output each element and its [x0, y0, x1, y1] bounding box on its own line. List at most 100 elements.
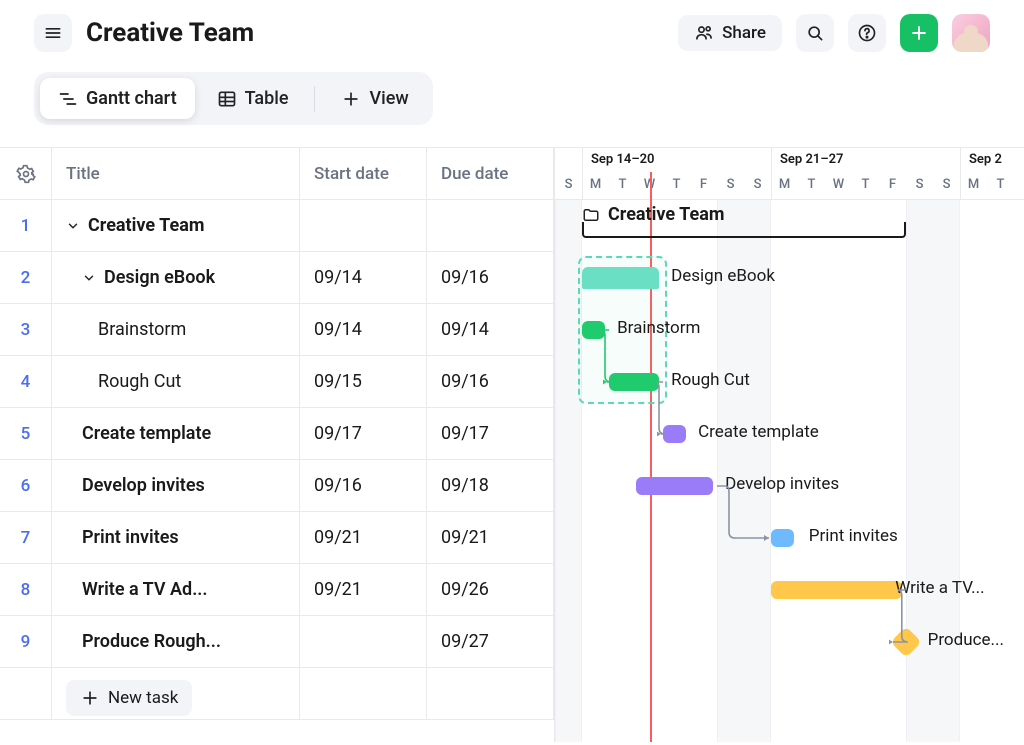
gantt-bar[interactable] — [636, 477, 713, 495]
due-cell[interactable]: 09/16 — [427, 252, 554, 303]
tab-table[interactable]: Table — [199, 78, 307, 119]
task-name: Print invites — [82, 527, 179, 548]
col-header-due[interactable]: Due date — [427, 148, 554, 199]
day-label: T — [798, 177, 825, 195]
table-row[interactable]: 8Write a TV Ad...09/2109/26 — [0, 564, 554, 616]
search-button[interactable] — [796, 14, 834, 52]
task-name-cell[interactable]: Write a TV Ad... — [52, 564, 300, 615]
group-label[interactable]: Creative Team — [582, 204, 724, 225]
table-row[interactable]: 4Rough Cut09/1509/16 — [0, 356, 554, 408]
col-header-start[interactable]: Start date — [300, 148, 427, 199]
menu-button[interactable] — [34, 14, 72, 52]
tab-gantt-label: Gantt chart — [86, 88, 177, 109]
start-cell[interactable] — [300, 616, 427, 667]
due-cell[interactable]: 09/27 — [427, 616, 554, 667]
table-row[interactable]: 7 Print invites 09/2109/21 — [0, 512, 554, 564]
task-name-cell[interactable]: Brainstorm — [52, 304, 300, 355]
due-cell[interactable]: 09/17 — [427, 408, 554, 459]
milestone[interactable] — [891, 626, 922, 657]
chart-row: Create template — [555, 408, 1024, 460]
day-label: S — [933, 177, 960, 195]
share-button[interactable]: Share — [678, 15, 782, 51]
table-row[interactable]: 6Develop invites09/1609/18 — [0, 460, 554, 512]
tab-gantt[interactable]: Gantt chart — [40, 78, 195, 119]
start-cell[interactable]: 09/17 — [300, 408, 427, 459]
task-name-cell[interactable]: Rough Cut — [52, 356, 300, 407]
settings-button[interactable] — [0, 148, 52, 199]
start-cell[interactable] — [300, 200, 427, 251]
gantt-chart[interactable]: Sep 14–20 Sep 21–27 Sep 2 SMTWTFSSMTWTFS… — [554, 148, 1024, 742]
task-name-cell[interactable]: Design eBook — [52, 252, 300, 303]
tab-add-view[interactable]: View — [323, 78, 426, 119]
day-label: W — [825, 177, 852, 195]
tab-table-label: Table — [245, 88, 289, 109]
start-cell[interactable]: 09/16 — [300, 460, 427, 511]
gantt-bar[interactable] — [771, 529, 794, 547]
table-header-row: Title Start date Due date — [0, 148, 554, 200]
task-name-cell[interactable]: Develop invites — [52, 460, 300, 511]
col-header-title[interactable]: Title — [52, 148, 300, 199]
gantt-bar[interactable] — [609, 373, 659, 391]
chevron-down-icon[interactable] — [82, 271, 96, 285]
due-cell[interactable] — [427, 200, 554, 251]
day-label: S — [906, 177, 933, 195]
gantt-bar[interactable] — [663, 425, 686, 443]
due-cell[interactable]: 09/14 — [427, 304, 554, 355]
table-row[interactable]: 5 Create template 09/1709/17 — [0, 408, 554, 460]
day-label: S — [717, 177, 744, 195]
due-cell[interactable]: 09/18 — [427, 460, 554, 511]
help-icon — [857, 23, 877, 43]
people-icon — [694, 23, 714, 43]
chart-row: Design eBook — [555, 252, 1024, 304]
task-table: Title Start date Due date 1Creative Team… — [0, 148, 554, 742]
gear-icon — [16, 164, 36, 184]
start-cell[interactable]: 09/21 — [300, 564, 427, 615]
group-bracket — [582, 228, 906, 238]
row-number: 7 — [0, 512, 52, 563]
gantt-bar[interactable] — [582, 267, 659, 289]
start-cell[interactable]: 09/21 — [300, 512, 427, 563]
start-cell[interactable]: 09/14 — [300, 252, 427, 303]
task-name-cell[interactable]: Creative Team — [52, 200, 300, 251]
folder-icon — [582, 206, 600, 224]
plus-icon — [341, 89, 361, 109]
chevron-down-icon[interactable] — [66, 219, 80, 233]
chart-row: Brainstorm — [555, 304, 1024, 356]
due-cell[interactable]: 09/26 — [427, 564, 554, 615]
task-name: Create template — [82, 423, 211, 444]
row-number: 5 — [0, 408, 52, 459]
day-label: S — [744, 177, 771, 195]
bar-label: Produce... — [928, 630, 1004, 650]
task-name: Creative Team — [88, 215, 204, 236]
task-name: Write a TV Ad... — [82, 579, 208, 600]
due-cell[interactable]: 09/21 — [427, 512, 554, 563]
add-button[interactable] — [900, 14, 938, 52]
help-button[interactable] — [848, 14, 886, 52]
day-label: T — [609, 177, 636, 195]
gantt-bar[interactable] — [582, 321, 605, 339]
day-label: M — [771, 177, 798, 195]
day-label: F — [690, 177, 717, 195]
task-name-cell[interactable]: Produce Rough... — [52, 616, 300, 667]
table-row[interactable]: 3Brainstorm09/1409/14 — [0, 304, 554, 356]
task-name-cell[interactable]: Print invites — [52, 512, 300, 563]
start-cell[interactable]: 09/15 — [300, 356, 427, 407]
row-number: 2 — [0, 252, 52, 303]
day-label: S — [555, 177, 582, 195]
avatar[interactable] — [952, 14, 990, 52]
new-task-button[interactable]: New task — [66, 680, 192, 716]
table-row[interactable]: 1Creative Team — [0, 200, 554, 252]
task-name: Produce Rough... — [82, 631, 221, 652]
day-label: M — [960, 177, 987, 195]
table-row[interactable]: 9Produce Rough...09/27 — [0, 616, 554, 668]
new-task-label: New task — [108, 688, 178, 708]
task-name-cell[interactable]: Create template — [52, 408, 300, 459]
chart-row: Produce... — [555, 616, 1024, 668]
day-label: T — [852, 177, 879, 195]
gantt-bar[interactable] — [771, 581, 902, 599]
menu-icon — [43, 23, 63, 43]
start-cell[interactable]: 09/14 — [300, 304, 427, 355]
table-row[interactable]: 2Design eBook09/1409/16 — [0, 252, 554, 304]
due-cell[interactable]: 09/16 — [427, 356, 554, 407]
bar-label: Develop invites — [725, 474, 839, 494]
